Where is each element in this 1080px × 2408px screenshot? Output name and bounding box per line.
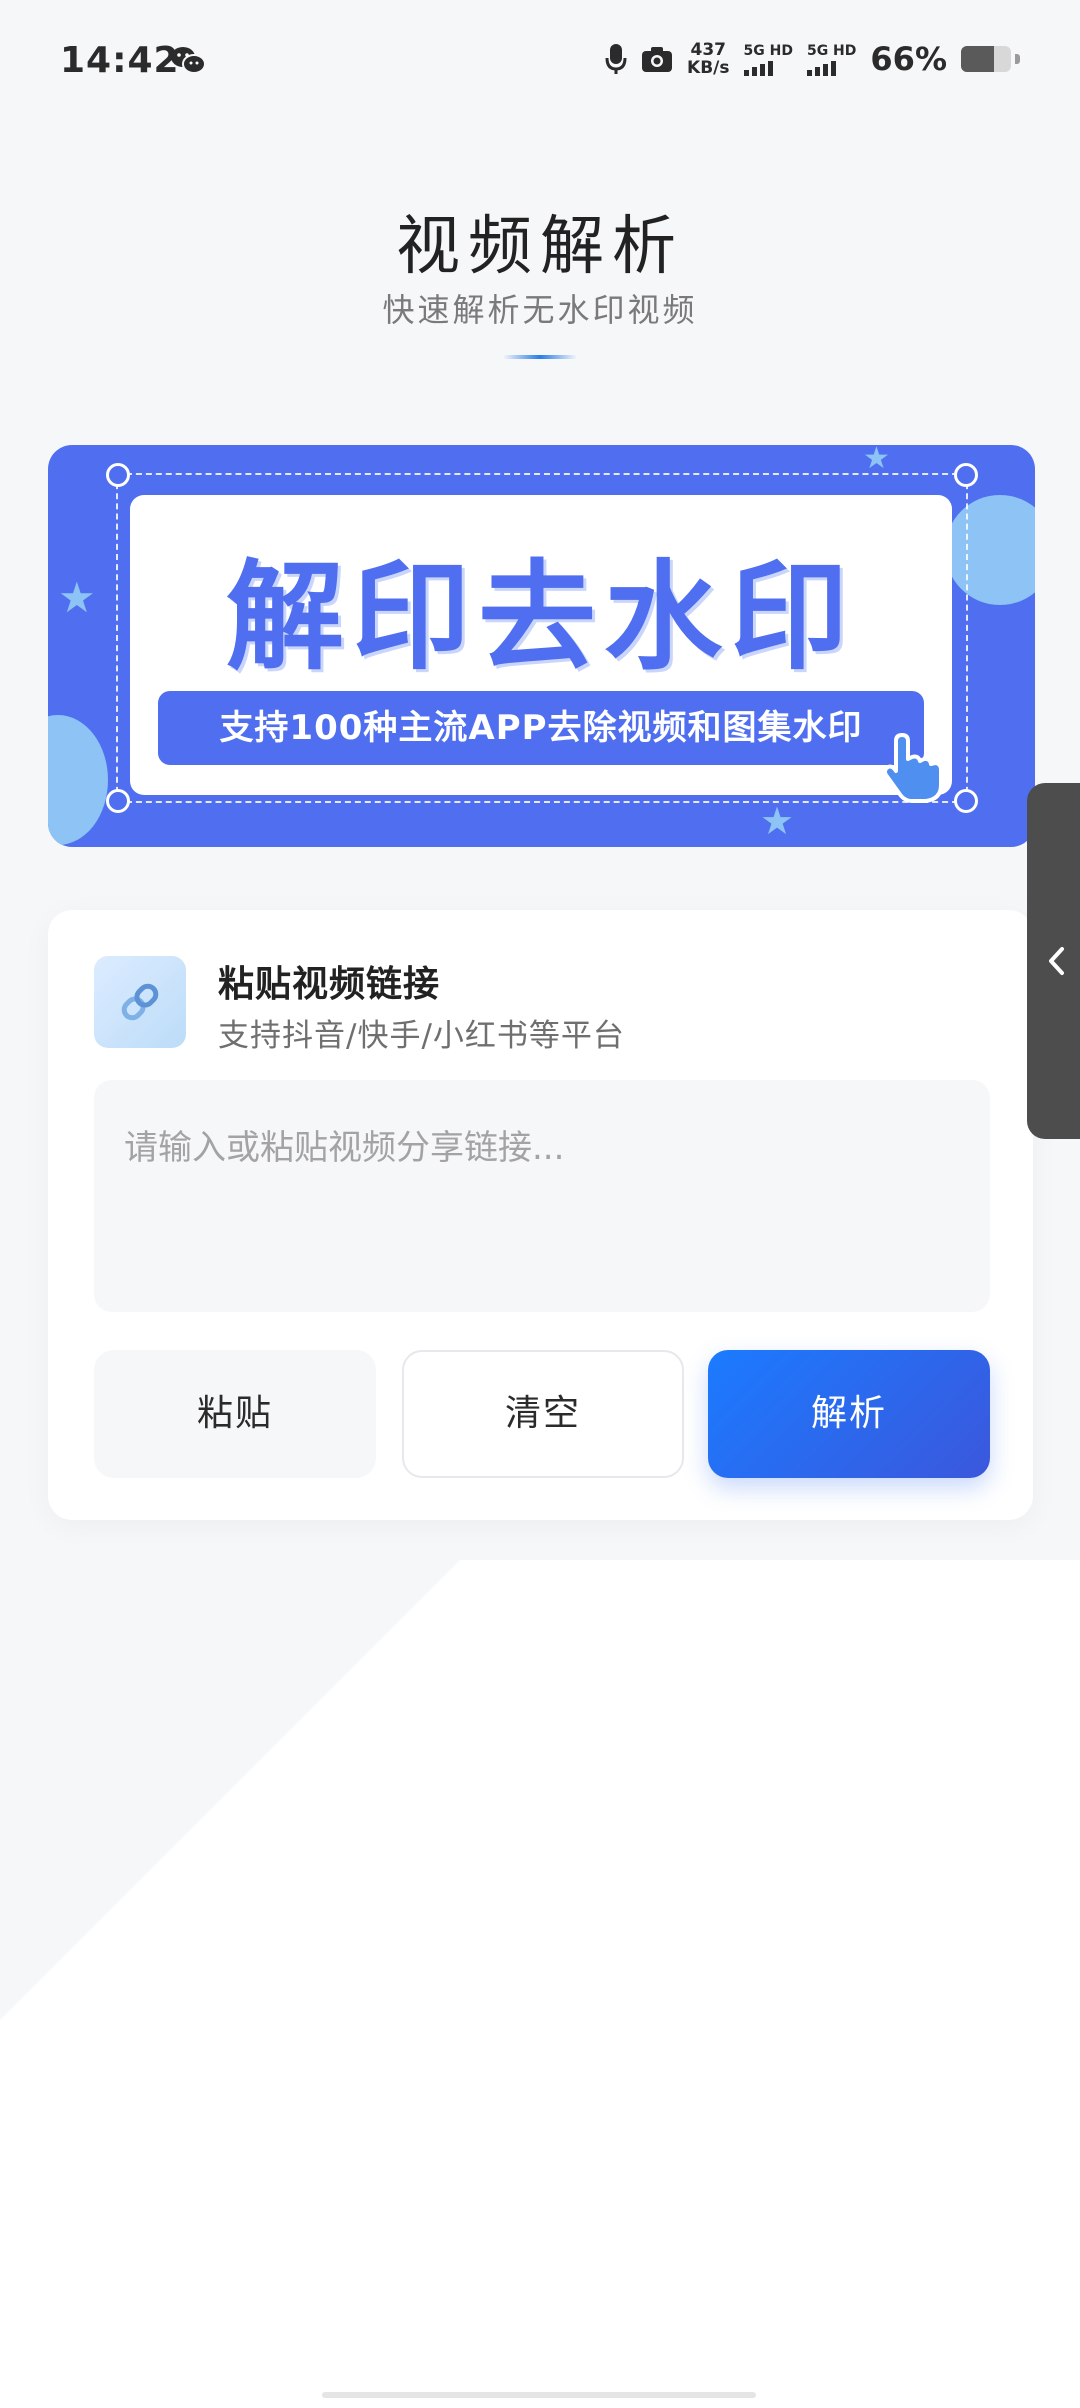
sim1-label: 5G HD: [743, 42, 793, 59]
link-input-card: 粘贴视频链接 支持抖音/快手/小红书等平台 粘贴 清空 解析: [48, 910, 1033, 1520]
parse-button[interactable]: 解析: [708, 1350, 990, 1478]
side-drawer-tab[interactable]: [1027, 783, 1080, 1139]
signal-bars-icon: [806, 60, 856, 76]
title-underline: [503, 355, 577, 359]
battery-fill: [961, 46, 994, 72]
camera-icon: [642, 47, 673, 72]
frame-handle: [106, 463, 130, 487]
link-icon-badge: [94, 956, 186, 1048]
frame-handle: [954, 463, 978, 487]
banner-card: 解印去水印 支持100种主流APP去除视频和图集水印: [130, 495, 952, 795]
page-subtitle: 快速解析无水印视频: [382, 291, 698, 329]
pointer-hand-icon: [882, 733, 943, 803]
status-indicators: 437 KB/s 5G HD 5G HD 66%: [605, 40, 1020, 78]
banner-headline: 解印去水印: [225, 548, 856, 686]
sim1-signal: 5G HD: [743, 42, 793, 76]
battery-cap: [1015, 54, 1020, 64]
sim2-label: 5G HD: [806, 42, 857, 59]
star-icon: ★: [58, 573, 96, 622]
network-speed-value: 437: [690, 40, 727, 60]
microphone-icon: [605, 44, 627, 74]
page-title: 视频解析: [396, 210, 684, 284]
link-icon: [121, 983, 159, 1021]
wechat-icon: [171, 47, 206, 74]
home-indicator[interactable]: [322, 2392, 756, 2398]
link-input[interactable]: [94, 1080, 990, 1312]
sim2-signal: 5G HD: [806, 42, 857, 76]
star-icon: ★: [863, 445, 890, 476]
frame-handle: [106, 789, 130, 813]
star-icon: ★: [760, 799, 795, 843]
network-speed: 437 KB/s: [687, 41, 729, 77]
decor-circle: [48, 715, 108, 845]
promo-banner[interactable]: ★ ★ ★ 解印去水印 支持100种主流APP去除视频和图集水印: [48, 445, 1035, 847]
chevron-left-icon: [1049, 947, 1064, 975]
signal-bars-icon: [743, 60, 793, 76]
status-time: 14:42: [60, 40, 180, 81]
battery-percent: 66%: [870, 40, 947, 78]
clear-button[interactable]: 清空: [402, 1350, 684, 1478]
card-title: 粘贴视频链接: [218, 964, 441, 1005]
status-bar: 14:42 437 KB/s 5G HD 5G HD 66%: [0, 0, 1080, 130]
network-speed-unit: KB/s: [687, 58, 730, 78]
card-subtitle: 支持抖音/快手/小红书等平台: [218, 1018, 625, 1054]
frame-handle: [954, 789, 978, 813]
paste-button[interactable]: 粘贴: [94, 1350, 376, 1478]
battery-icon: [961, 46, 1011, 72]
banner-tagline: 支持100种主流APP去除视频和图集水印: [158, 691, 924, 765]
